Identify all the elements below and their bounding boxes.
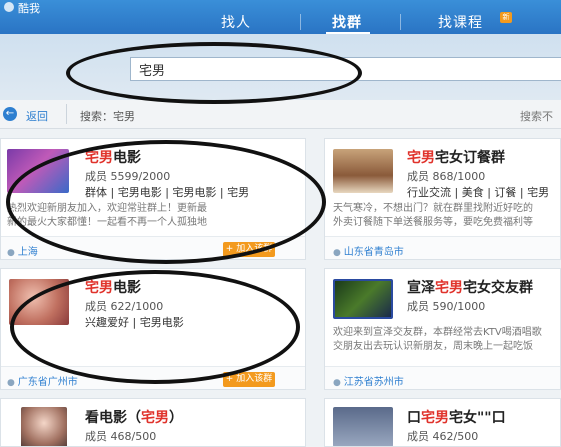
back-link[interactable]: 返回 xyxy=(26,108,48,124)
group-title-highlight: 宅男 xyxy=(421,410,449,426)
group-card[interactable]: 宅男宅女订餐群 成员 868/1000 行业交流 | 美食 | 订餐 | 宅男 … xyxy=(324,138,561,260)
group-title-rest: 宅女""口 xyxy=(449,410,506,426)
group-title-highlight: 宅男 xyxy=(85,280,113,296)
location-pin-icon: ● xyxy=(7,378,18,388)
group-avatar xyxy=(21,407,67,446)
group-location: ● 广东省广州市 xyxy=(7,373,78,388)
group-avatar xyxy=(9,279,69,325)
group-tag[interactable]: 宅男电影 xyxy=(172,186,216,199)
join-group-button[interactable]: + 加入该群 xyxy=(223,242,275,257)
group-title[interactable]: 宅男电影 xyxy=(85,147,141,167)
group-card[interactable]: 宅男电影 成员 622/1000 兴趣爱好 | 宅男电影 ● 广东省广州市 + … xyxy=(0,268,306,390)
group-tags: 行业交流 | 美食 | 订餐 | 宅男 xyxy=(407,186,550,199)
group-member-count: 成员 5599/2000 xyxy=(85,170,171,183)
group-title-highlight: 宅男 xyxy=(85,150,113,166)
group-tag[interactable]: 美食 xyxy=(462,186,484,199)
breadcrumb-search-label: 搜索：宅男 xyxy=(80,110,135,123)
group-tags: 兴趣爱好 | 宅男电影 xyxy=(85,316,184,329)
group-location-text: 江苏省苏州市 xyxy=(343,377,404,388)
breadcrumb-right-text: 搜索不 xyxy=(520,110,553,123)
group-location-text: 上海 xyxy=(17,247,38,258)
group-title[interactable]: 宅男宅女订餐群 xyxy=(407,147,505,167)
group-title-rest: ） xyxy=(169,410,183,426)
group-member-count: 成员 622/1000 xyxy=(85,300,164,313)
tab-find-groups[interactable]: 找群 xyxy=(332,12,362,32)
group-tag[interactable]: 兴趣爱好 xyxy=(85,316,129,329)
search-input[interactable] xyxy=(130,57,561,81)
location-pin-icon: ● xyxy=(333,248,344,258)
group-member-count: 成员 868/1000 xyxy=(407,170,486,183)
group-card[interactable]: 口宅男宅女""口 成员 462/500 xyxy=(324,398,561,447)
group-title-prefix: 口 xyxy=(407,410,421,426)
group-tag[interactable]: 宅男电影 xyxy=(118,186,162,199)
group-desc-line: 交朋友出去玩认识新朋友，周末晚上一起吃饭 xyxy=(333,341,533,352)
group-tag[interactable]: 宅男电影 xyxy=(140,316,184,329)
group-member-count: 成员 462/500 xyxy=(407,430,479,443)
group-title-prefix: 看电影（ xyxy=(85,410,141,426)
tab-divider xyxy=(400,14,401,30)
group-card[interactable]: 宣泽宅男宅女交友群 成员 590/1000 欢迎来到宣泽交友群，本群经常去KTV… xyxy=(324,268,561,390)
group-location-text: 山东省青岛市 xyxy=(343,247,404,258)
group-member-count: 成员 468/500 xyxy=(85,430,157,443)
group-title-rest: 电影 xyxy=(113,280,141,296)
group-description: 热烈欢迎新朋友加入，欢迎常驻群上！更新最 新的最火大家都懂！一起看不再一个人孤独… xyxy=(7,202,301,230)
app-title: 酷我 xyxy=(18,2,40,15)
group-desc-line: 热烈欢迎新朋友加入，欢迎常驻群上！更新最 xyxy=(7,203,207,214)
new-badge: 新 xyxy=(500,12,512,23)
group-tags: 群体 | 宅男电影 | 宅男电影 | 宅男 xyxy=(85,186,250,199)
group-location: ● 上海 xyxy=(7,243,38,258)
group-title-highlight: 宅男 xyxy=(141,410,169,426)
app-logo-icon xyxy=(4,2,14,12)
group-desc-line: 天气寒冷，不想出门？就在群里找附近好吃的 xyxy=(333,203,533,214)
group-tag[interactable]: 宅男 xyxy=(527,186,549,199)
location-pin-icon: ● xyxy=(333,378,344,388)
group-title[interactable]: 宅男电影 xyxy=(85,277,141,297)
group-avatar xyxy=(7,149,69,193)
group-location: ● 山东省青岛市 xyxy=(333,243,404,258)
group-location-text: 广东省广州市 xyxy=(17,377,78,388)
group-title-prefix: 宣泽 xyxy=(407,280,435,296)
group-title[interactable]: 看电影（宅男） xyxy=(85,407,183,427)
tab-find-people[interactable]: 找人 xyxy=(221,12,251,32)
tab-divider xyxy=(300,14,301,30)
group-avatar xyxy=(333,149,393,193)
group-title-rest: 电影 xyxy=(113,150,141,166)
group-title-rest: 宅女交友群 xyxy=(463,280,533,296)
back-arrow-icon[interactable]: ← xyxy=(3,107,17,121)
group-title[interactable]: 宣泽宅男宅女交友群 xyxy=(407,277,533,297)
group-tag[interactable]: 群体 xyxy=(85,186,107,199)
group-tag[interactable]: 订餐 xyxy=(494,186,516,199)
tab-find-courses[interactable]: 找课程 xyxy=(438,12,483,32)
group-desc-line: 欢迎来到宣泽交友群，本群经常去KTV喝酒唱歌 xyxy=(333,327,542,338)
location-pin-icon: ● xyxy=(7,248,18,258)
group-description: 欢迎来到宣泽交友群，本群经常去KTV喝酒唱歌 交朋友出去玩认识新朋友，周末晚上一… xyxy=(333,326,559,354)
group-title-rest: 宅女订餐群 xyxy=(435,150,505,166)
breadcrumb-divider xyxy=(66,104,67,124)
group-description: 天气寒冷，不想出门？就在群里找附近好吃的 外卖订餐随下单送餐服务等，要吃免费福利… xyxy=(333,202,559,230)
group-title-highlight: 宅男 xyxy=(435,280,463,296)
group-avatar xyxy=(333,279,393,319)
group-desc-line: 外卖订餐随下单送餐服务等，要吃免费福利等 xyxy=(333,217,533,228)
group-avatar xyxy=(333,407,393,446)
group-tag[interactable]: 宅男 xyxy=(227,186,249,199)
group-title-highlight: 宅男 xyxy=(407,150,435,166)
group-tag[interactable]: 行业交流 xyxy=(407,186,451,199)
group-member-count: 成员 590/1000 xyxy=(407,300,486,313)
group-desc-line: 新的最火大家都懂！一起看不再一个人孤独地 xyxy=(7,217,207,228)
group-card[interactable]: 看电影（宅男） 成员 468/500 xyxy=(0,398,306,447)
group-location: ● 江苏省苏州市 xyxy=(333,373,404,388)
join-group-button[interactable]: + 加入该群 xyxy=(223,372,275,387)
group-title[interactable]: 口宅男宅女""口 xyxy=(407,407,506,427)
group-card[interactable]: 宅男电影 成员 5599/2000 群体 | 宅男电影 | 宅男电影 | 宅男 … xyxy=(0,138,306,260)
